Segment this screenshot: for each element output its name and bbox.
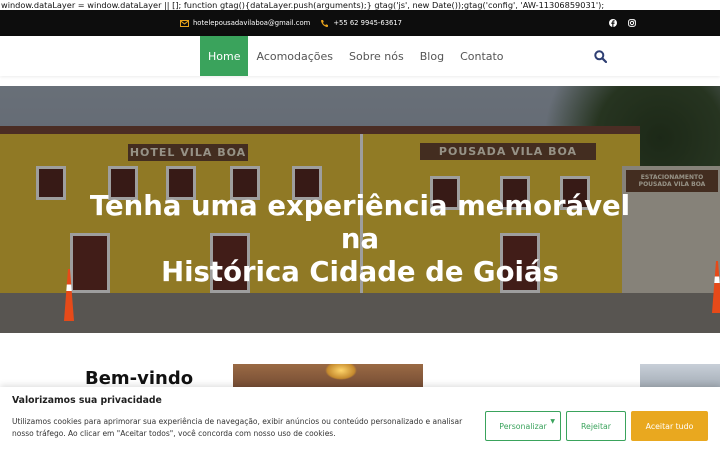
nav-item-sobre-nos[interactable]: Sobre nós bbox=[341, 36, 412, 76]
cookie-title: Valorizamos sua privacidade bbox=[12, 395, 162, 406]
hero-title-line-3: Histórica Cidade de Goiás bbox=[161, 256, 559, 288]
nav-item-blog[interactable]: Blog bbox=[412, 36, 452, 76]
email-contact[interactable]: hotelepousadavilaboa@gmail.com bbox=[180, 19, 310, 28]
nav-item-home[interactable]: Home bbox=[200, 36, 249, 76]
main-navigation: Home Acomodações Sobre nós Blog Contato bbox=[0, 36, 720, 76]
cookie-consent-banner: Valorizamos sua privacidade Utilizamos c… bbox=[0, 387, 720, 450]
hero-banner: HOTEL VILA BOA POUSADA VILA BOA ESTACION… bbox=[0, 86, 720, 333]
cookie-text: Utilizamos cookies para aprimorar sua ex… bbox=[12, 417, 463, 438]
phone-text: +55 62 9945-63617 bbox=[333, 19, 402, 27]
customize-button[interactable]: Personalizar ▼ bbox=[485, 411, 561, 441]
phone-contact[interactable]: +55 62 9945-63617 bbox=[320, 19, 402, 28]
leaked-script-text: window.dataLayer = window.dataLayer || [… bbox=[0, 0, 720, 10]
accept-all-button[interactable]: Aceitar tudo bbox=[631, 411, 708, 441]
nav-item-acomodacoes[interactable]: Acomodações bbox=[248, 36, 341, 76]
caret-down-icon: ▼ bbox=[550, 418, 555, 425]
email-text: hotelepousadavilaboa@gmail.com bbox=[193, 19, 311, 27]
phone-icon bbox=[320, 19, 329, 28]
social-links bbox=[608, 10, 636, 36]
nav-menu: Home Acomodações Sobre nós Blog Contato bbox=[200, 36, 512, 76]
search-icon[interactable] bbox=[594, 48, 608, 64]
reject-button[interactable]: Rejeitar bbox=[566, 411, 626, 441]
hero-title-line-1: Tenha uma experiência memorável bbox=[89, 190, 631, 222]
welcome-heading: Bem-vindo bbox=[85, 368, 194, 389]
contact-info: hotelepousadavilaboa@gmail.com +55 62 99… bbox=[180, 10, 402, 36]
envelope-icon bbox=[180, 19, 189, 28]
instagram-icon[interactable] bbox=[627, 19, 636, 28]
hero-title-line-2: na bbox=[340, 223, 380, 255]
lamp-light bbox=[325, 364, 357, 380]
facebook-icon[interactable] bbox=[608, 19, 617, 28]
hero-title: Tenha uma experiência memorável na Histó… bbox=[60, 190, 660, 289]
top-contact-bar: hotelepousadavilaboa@gmail.com +55 62 99… bbox=[0, 10, 720, 36]
nav-item-contato[interactable]: Contato bbox=[452, 36, 511, 76]
customize-label: Personalizar bbox=[499, 421, 547, 431]
